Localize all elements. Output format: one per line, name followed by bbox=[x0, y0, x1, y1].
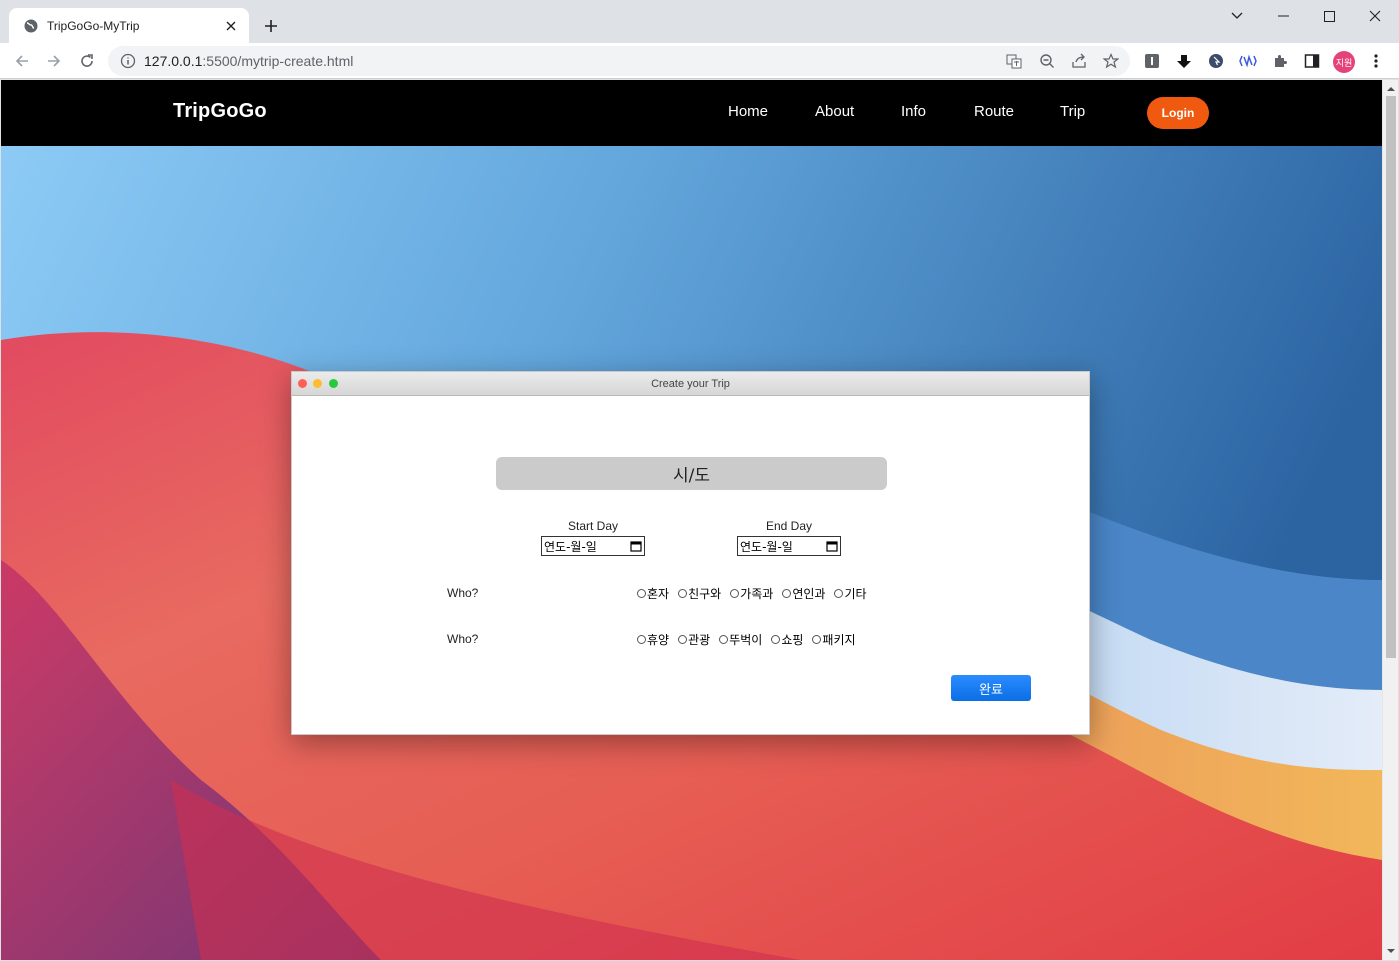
nav-link-route[interactable]: Route bbox=[974, 103, 1014, 120]
nav-link-info[interactable]: Info bbox=[901, 103, 926, 120]
done-button[interactable]: 완료 bbox=[951, 675, 1031, 701]
minimize-button[interactable] bbox=[1260, 0, 1306, 32]
trip-style-label: Who? bbox=[447, 632, 479, 646]
tab-title: TripGoGo-MyTrip bbox=[47, 18, 140, 33]
nav-link-about[interactable]: About bbox=[815, 103, 854, 120]
radio-circle[interactable] bbox=[812, 635, 822, 644]
radio-circle[interactable] bbox=[637, 589, 646, 598]
end-day-input[interactable]: 연도-월-일 bbox=[737, 536, 841, 556]
globe-icon bbox=[23, 18, 39, 34]
page-scrollbar[interactable] bbox=[1382, 80, 1398, 960]
site-logo[interactable]: TripGoGo bbox=[173, 100, 267, 123]
browser-tab[interactable]: TripGoGo-MyTrip bbox=[9, 8, 249, 43]
close-window-button[interactable] bbox=[1352, 0, 1398, 32]
extension-cursor-icon[interactable] bbox=[1206, 51, 1226, 71]
url-path: :5500/mytrip-create.html bbox=[202, 53, 354, 69]
radio-option-walking[interactable]: 뚜벅이 bbox=[719, 631, 762, 648]
radio-option-label: 가족과 bbox=[740, 587, 774, 601]
companion-radio-group: 혼자 친구와 가족과 연인과 기타 bbox=[637, 585, 876, 602]
start-day-label: Start Day bbox=[567, 519, 618, 533]
scroll-up-arrow-icon[interactable] bbox=[1387, 85, 1395, 93]
radio-option-package[interactable]: 패키지 bbox=[812, 631, 856, 648]
close-tab-icon[interactable] bbox=[223, 18, 239, 34]
start-day-value: 연도-월-일 bbox=[544, 539, 597, 554]
radio-option-label: 기타 bbox=[844, 587, 867, 601]
radio-option-label: 쇼핑 bbox=[781, 633, 804, 647]
trip-style-radio-group: 휴양 관광 뚜벅이 쇼핑 패키지 bbox=[637, 631, 865, 648]
start-day-group: Start Day 연도-월-일 bbox=[541, 519, 645, 556]
side-panel-icon[interactable] bbox=[1302, 51, 1322, 71]
radio-circle[interactable] bbox=[782, 589, 792, 598]
radio-circle[interactable] bbox=[834, 589, 844, 598]
radio-option-other[interactable]: 기타 bbox=[834, 585, 867, 602]
forward-arrow-icon[interactable] bbox=[42, 49, 66, 73]
radio-circle[interactable] bbox=[730, 589, 740, 598]
profile-avatar[interactable]: 지원 bbox=[1333, 51, 1355, 73]
create-trip-window: Create your Trip 시/도 Start Day 연도-월-일 En… bbox=[291, 371, 1090, 735]
nav-link-trip[interactable]: Trip bbox=[1060, 103, 1085, 120]
radio-circle[interactable] bbox=[719, 635, 729, 644]
url-host: 127.0.0.1 bbox=[144, 53, 203, 69]
radio-option-label: 휴양 bbox=[647, 633, 670, 647]
radio-circle[interactable] bbox=[637, 635, 646, 644]
extension-i-icon[interactable] bbox=[1142, 51, 1162, 71]
radio-option-shopping[interactable]: 쇼핑 bbox=[771, 631, 803, 648]
window-titlebar: Create your Trip bbox=[292, 372, 1089, 396]
radio-option-sightseeing[interactable]: 관광 bbox=[678, 631, 710, 648]
share-icon[interactable] bbox=[1069, 51, 1089, 71]
extension-wave-icon[interactable] bbox=[1238, 51, 1258, 71]
calendar-icon[interactable] bbox=[826, 540, 838, 552]
scroll-down-arrow-icon[interactable] bbox=[1387, 947, 1395, 955]
calendar-icon[interactable] bbox=[630, 540, 642, 552]
site-navbar: TripGoGo Home About Info Route Trip Logi… bbox=[1, 80, 1382, 146]
nav-link-home[interactable]: Home bbox=[728, 103, 768, 120]
tab-strip: TripGoGo-MyTrip bbox=[0, 0, 1399, 43]
page-viewport: TripGoGo Home About Info Route Trip Logi… bbox=[1, 80, 1382, 960]
info-icon[interactable] bbox=[120, 53, 136, 69]
end-day-label: End Day bbox=[765, 519, 813, 533]
zoom-out-icon[interactable] bbox=[1037, 51, 1057, 71]
window-title: Create your Trip bbox=[651, 378, 730, 390]
radio-option-label: 연인과 bbox=[792, 587, 826, 601]
back-arrow-icon[interactable] bbox=[10, 49, 34, 73]
radio-option-rest[interactable]: 휴양 bbox=[637, 631, 669, 648]
new-tab-button[interactable] bbox=[259, 14, 283, 38]
extension-download-icon[interactable] bbox=[1174, 51, 1194, 71]
radio-circle[interactable] bbox=[771, 635, 781, 644]
radio-option-label: 친구와 bbox=[688, 587, 722, 601]
bookmark-star-icon[interactable] bbox=[1101, 51, 1121, 71]
radio-option-family[interactable]: 가족과 bbox=[730, 585, 773, 602]
tab-search-icon[interactable] bbox=[1214, 0, 1260, 32]
maximize-button[interactable] bbox=[1306, 0, 1352, 32]
end-day-value: 연도-월-일 bbox=[740, 539, 793, 554]
extensions-puzzle-icon[interactable] bbox=[1270, 51, 1290, 71]
login-button[interactable]: Login bbox=[1147, 97, 1209, 129]
radio-option-alone[interactable]: 혼자 bbox=[637, 585, 669, 602]
browser-toolbar: 127.0.0.1:5500/mytrip-create.html 지원 bbox=[0, 43, 1399, 79]
menu-kebab-icon[interactable] bbox=[1366, 51, 1386, 71]
scroll-thumb[interactable] bbox=[1386, 96, 1396, 658]
url-text: 127.0.0.1:5500/mytrip-create.html bbox=[144, 53, 353, 69]
radio-option-label: 혼자 bbox=[647, 587, 670, 601]
end-day-group: End Day 연도-월-일 bbox=[737, 519, 841, 556]
companion-label: Who? bbox=[447, 586, 479, 600]
address-bar[interactable]: 127.0.0.1:5500/mytrip-create.html bbox=[108, 46, 1130, 76]
translate-icon[interactable] bbox=[1004, 51, 1024, 71]
radio-option-label: 관광 bbox=[688, 633, 711, 647]
radio-option-friends[interactable]: 친구와 bbox=[678, 585, 721, 602]
radio-circle[interactable] bbox=[678, 635, 688, 644]
region-select-button[interactable]: 시/도 bbox=[496, 457, 887, 490]
radio-circle[interactable] bbox=[678, 589, 688, 598]
radio-option-label: 뚜벅이 bbox=[729, 633, 763, 647]
radio-option-partner[interactable]: 연인과 bbox=[782, 585, 825, 602]
radio-option-label: 패키지 bbox=[822, 633, 856, 647]
start-day-input[interactable]: 연도-월-일 bbox=[541, 536, 645, 556]
reload-icon[interactable] bbox=[75, 49, 99, 73]
